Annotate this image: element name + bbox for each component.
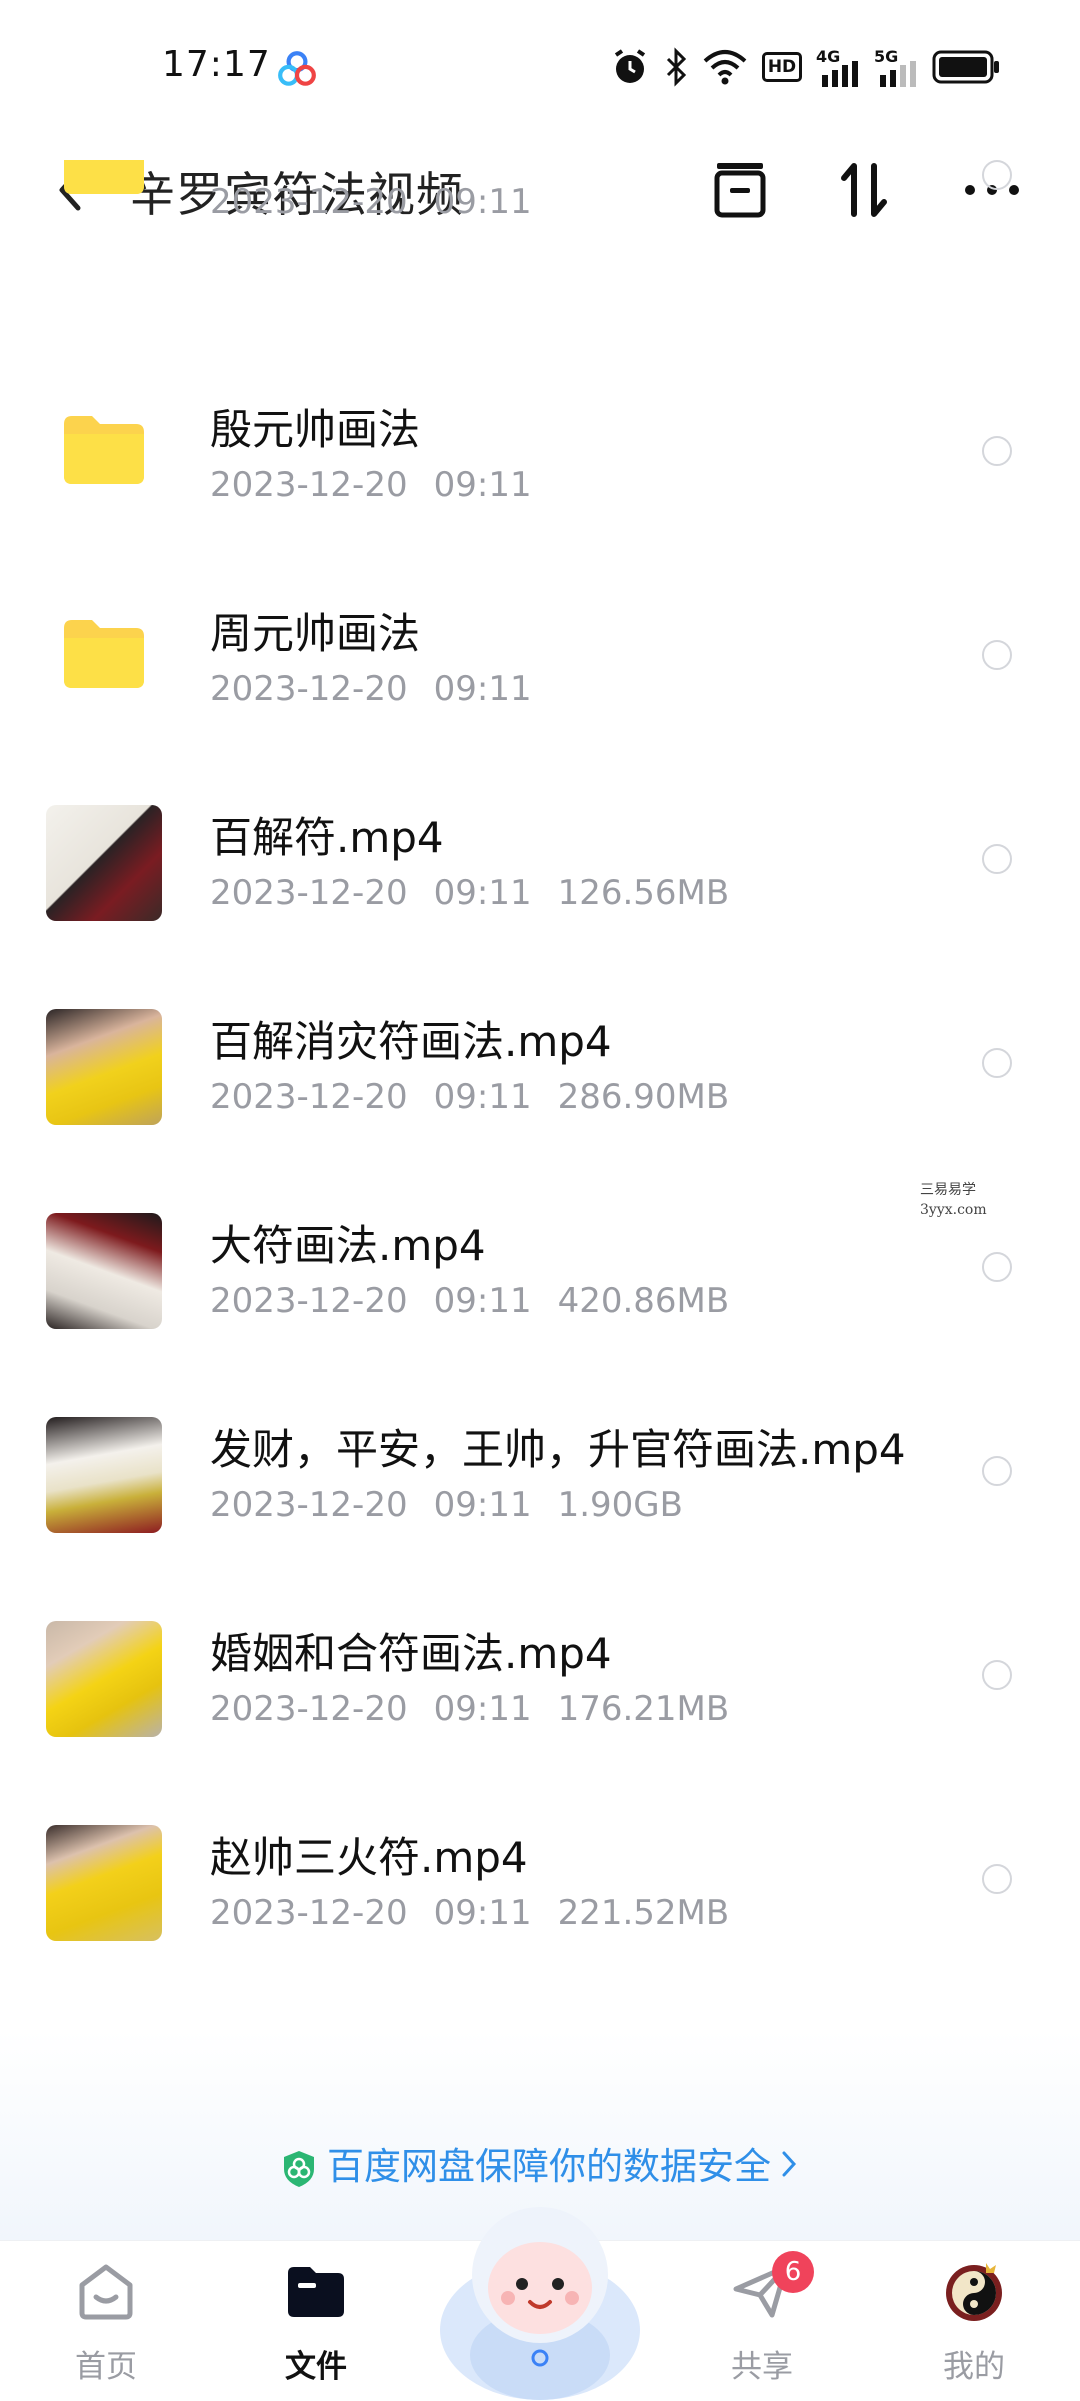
select-radio[interactable] xyxy=(982,640,1012,670)
file-meta: 2023-12-20 09:11 xyxy=(210,182,532,222)
file-name: 殷元帅画法 xyxy=(210,405,421,454)
watermark: 三易易学 3yyx.com xyxy=(920,1180,987,1220)
signal-5g-icon: 5G xyxy=(874,47,918,87)
file-time: 09:11 xyxy=(433,465,532,505)
list-item[interactable]: 周元帅画法 2023-12-20 09:11 xyxy=(0,554,1080,758)
file-size: 221.52MB xyxy=(557,1893,730,1933)
file-size: 1.90GB xyxy=(557,1485,683,1525)
watermark-line: 3yyx.com xyxy=(920,1202,987,1218)
tab-files[interactable]: 文件 xyxy=(226,2241,406,2401)
file-date: 2023-12-20 xyxy=(210,182,408,222)
file-name: 赵帅三火符.mp4 xyxy=(210,1833,528,1882)
home-icon xyxy=(79,2264,133,2320)
list-item[interactable]: 百解消灾符画法.mp4 2023-12-20 09:11 286.90MB xyxy=(0,962,1080,1166)
tab-label: 共享 xyxy=(731,2349,793,2385)
list-item[interactable]: 发财，平安，王帅，升官符画法.mp4 2023-12-20 09:11 1.90GB xyxy=(0,1370,1080,1574)
file-name: 百解符.mp4 xyxy=(210,813,444,862)
file-size: 176.21MB xyxy=(557,1689,730,1729)
file-time: 09:11 xyxy=(433,1689,532,1729)
folder-icon xyxy=(64,160,144,194)
file-date: 2023-12-20 xyxy=(210,465,408,505)
file-time: 09:11 xyxy=(433,1281,532,1321)
list-item[interactable]: 婚姻和合符画法.mp4 2023-12-20 09:11 176.21MB xyxy=(0,1574,1080,1778)
file-date: 2023-12-20 xyxy=(210,1689,408,1729)
video-thumbnail xyxy=(46,805,162,921)
video-thumbnail xyxy=(46,1825,162,1941)
select-radio[interactable] xyxy=(982,436,1012,466)
file-meta: 2023-12-20 09:11 xyxy=(210,465,532,505)
file-name: 婚姻和合符画法.mp4 xyxy=(210,1629,612,1678)
folder-icon xyxy=(64,620,144,688)
file-meta: 2023-12-20 09:11 126.56MB xyxy=(210,873,729,913)
file-time: 09:11 xyxy=(433,669,532,709)
file-meta: 2023-12-20 09:11 221.52MB xyxy=(210,1893,729,1933)
file-size: 420.86MB xyxy=(557,1281,730,1321)
list-item[interactable]: 赵帅三火符.mp4 2023-12-20 09:11 221.52MB xyxy=(0,1778,1080,1982)
list-item[interactable]: 殷元帅画法 2023-12-20 09:11 xyxy=(0,350,1080,554)
file-time: 09:11 xyxy=(433,1893,532,1933)
select-radio[interactable] xyxy=(982,1252,1012,1282)
file-name: 周元帅画法 xyxy=(210,609,421,658)
mascot-button[interactable] xyxy=(430,2180,650,2400)
file-name: 百解消灾符画法.mp4 xyxy=(210,1017,612,1066)
file-meta: 2023-12-20 09:11 xyxy=(210,669,532,709)
file-date: 2023-12-20 xyxy=(210,1281,408,1321)
avatar-icon xyxy=(946,2263,1002,2321)
file-time: 09:11 xyxy=(433,1485,532,1525)
shield-icon xyxy=(284,2150,314,2187)
watermark-line: 三易易学 xyxy=(920,1182,976,1198)
notification-badge: 6 xyxy=(772,2251,814,2293)
chevron-right-icon xyxy=(782,2151,797,2177)
list-item[interactable]: 2023-12-20 09:11 xyxy=(0,160,1080,250)
list-item[interactable]: 大符画法.mp4 2023-12-20 09:11 420.86MB xyxy=(0,1166,1080,1370)
status-time: 17:17 xyxy=(162,44,271,85)
baidu-netdisk-icon xyxy=(278,51,316,86)
tab-label: 我的 xyxy=(943,2349,1005,2385)
file-time: 09:11 xyxy=(433,182,532,222)
wifi-icon xyxy=(703,50,747,85)
tab-home[interactable]: 首页 xyxy=(16,2241,196,2401)
tab-share[interactable]: 6 共享 xyxy=(672,2241,852,2401)
file-meta: 2023-12-20 09:11 420.86MB xyxy=(210,1281,729,1321)
select-radio[interactable] xyxy=(982,1456,1012,1486)
signal-4g-icon: 4G xyxy=(816,47,860,87)
hd-icon: HD xyxy=(762,52,802,82)
video-thumbnail xyxy=(46,1621,162,1737)
tab-label: 文件 xyxy=(285,2349,347,2385)
select-radio[interactable] xyxy=(982,1048,1012,1078)
folder-icon xyxy=(288,2267,344,2317)
status-bar: 17:17 HD 4G 5G xyxy=(0,0,1080,130)
file-date: 2023-12-20 xyxy=(210,873,408,913)
select-radio[interactable] xyxy=(982,1660,1012,1690)
alarm-icon xyxy=(614,49,646,83)
file-date: 2023-12-20 xyxy=(210,1485,408,1525)
file-date: 2023-12-20 xyxy=(210,1893,408,1933)
folder-icon xyxy=(64,416,144,484)
select-radio[interactable] xyxy=(982,1864,1012,1894)
bluetooth-icon xyxy=(666,47,687,87)
tab-label: 首页 xyxy=(75,2349,137,2385)
file-size: 286.90MB xyxy=(557,1077,730,1117)
list-item[interactable]: 百解符.mp4 2023-12-20 09:11 126.56MB xyxy=(0,758,1080,962)
file-name: 发财，平安，王帅，升官符画法.mp4 xyxy=(210,1425,906,1474)
video-thumbnail xyxy=(46,1009,162,1125)
select-radio[interactable] xyxy=(982,844,1012,874)
file-meta: 2023-12-20 09:11 176.21MB xyxy=(210,1689,729,1729)
select-radio[interactable] xyxy=(982,160,1012,190)
file-time: 09:11 xyxy=(433,873,532,913)
file-size: 126.56MB xyxy=(557,873,730,913)
video-thumbnail xyxy=(46,1417,162,1533)
video-thumbnail xyxy=(46,1213,162,1329)
tab-mine[interactable]: 我的 xyxy=(884,2241,1064,2401)
file-name: 大符画法.mp4 xyxy=(210,1221,486,1270)
file-meta: 2023-12-20 09:11 1.90GB xyxy=(210,1485,683,1525)
file-date: 2023-12-20 xyxy=(210,669,408,709)
file-meta: 2023-12-20 09:11 286.90MB xyxy=(210,1077,729,1117)
file-time: 09:11 xyxy=(433,1077,532,1117)
battery-icon xyxy=(932,50,999,84)
file-date: 2023-12-20 xyxy=(210,1077,408,1117)
